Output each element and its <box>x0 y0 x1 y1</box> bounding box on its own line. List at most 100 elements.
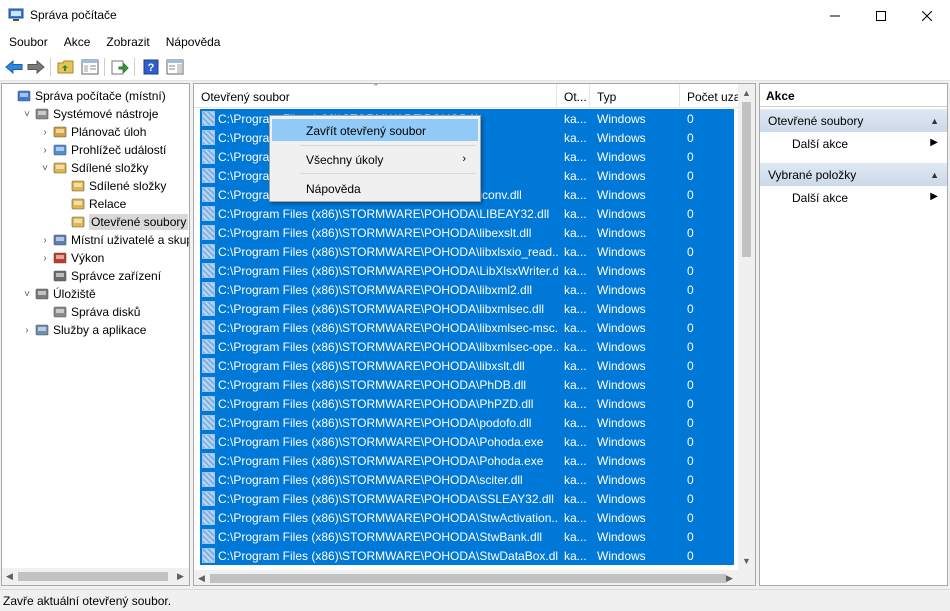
menu-akce[interactable]: Akce <box>55 31 98 53</box>
menu-soubor[interactable]: Soubor <box>0 31 55 53</box>
tree-item[interactable]: ˅ Sdílené složky <box>38 159 148 177</box>
open-files-icon <box>70 214 86 230</box>
table-row[interactable]: C:\Program Files (x86)\STORMWARE\POHODA\… <box>200 261 734 280</box>
tree-item[interactable]: Sdílené složky <box>56 177 166 195</box>
more-actions-selected-items[interactable]: Další akce ▶ <box>792 188 942 208</box>
cell-type: Windows <box>597 264 646 278</box>
column-header-locks[interactable]: Počet uza... <box>680 84 739 108</box>
help-menu-item[interactable]: Nápověda <box>272 177 478 199</box>
table-row[interactable]: C:\Program Files (x86)\STORMWARE\POHODA\… <box>200 508 734 527</box>
table-row[interactable]: C:\Program Files (x86)\STORMWARE\POHODA\… <box>200 356 734 375</box>
tree-item[interactable]: Relace <box>56 195 126 213</box>
scroll-up-icon[interactable]: ▲ <box>742 88 751 98</box>
table-row[interactable]: C:\Program Files (x86)\STORMWARE\POHODA\… <box>200 413 734 432</box>
maximize-button[interactable] <box>858 0 904 31</box>
expand-chevron-icon[interactable]: › <box>20 325 34 336</box>
scroll-left-icon[interactable]: ◀ <box>198 573 208 584</box>
table-row[interactable]: C:\Program Files (x86)\STORMWARE\POHODA\… <box>200 489 734 508</box>
close-open-file-menu-item[interactable]: Zavřít otevřený soubor <box>272 119 478 141</box>
cell-open-file: C:\Program Files (x86)\STORMWARE\POHODA\… <box>218 207 550 221</box>
show-hide-tree-button[interactable] <box>80 57 100 77</box>
tree-item-label: Úložiště <box>53 287 96 301</box>
storage-icon <box>34 286 50 302</box>
table-row[interactable]: C:\Program Files (x86)\STORMWARE\POHODA\… <box>200 337 734 356</box>
all-tasks-menu-item[interactable]: Všechny úkoly › <box>272 148 478 170</box>
open-file-icon <box>202 263 215 278</box>
table-row[interactable]: C:\Program Files (x86)\STORMWARE\POHODA\… <box>200 432 734 451</box>
help-button[interactable]: ? <box>141 57 161 77</box>
cell-open-file: C:\Program Files (x86)\STORMWARE\POHODA\… <box>218 492 554 506</box>
tree-item[interactable]: Otevřené soubory <box>56 213 189 231</box>
list-horizontal-scrollbar[interactable]: ◀ ▶ <box>194 570 755 585</box>
open-file-icon <box>202 434 215 449</box>
computer-management-icon <box>16 88 32 104</box>
tree-item[interactable]: Správce zařízení <box>38 267 161 285</box>
expand-chevron-icon[interactable]: › <box>38 127 52 138</box>
tree-item[interactable]: ˅ Úložiště <box>20 285 96 303</box>
table-row[interactable]: C:\Program Files (x86)\STORMWARE\POHODA\… <box>200 527 734 546</box>
tree-item-label: Správa disků <box>71 305 141 319</box>
tree-item[interactable]: › Místní uživatelé a skupiny <box>38 231 189 249</box>
table-row[interactable]: C:\Program Files (x86)\STORMWARE\POHODA\… <box>200 470 734 489</box>
expand-chevron-icon[interactable]: › <box>38 253 52 264</box>
open-file-icon <box>202 111 215 126</box>
collapse-chevron-icon[interactable]: ˅ <box>38 163 52 174</box>
collapse-icon[interactable]: ▲ <box>930 116 939 126</box>
table-row[interactable]: C:\Program Files (x86)\STORMWARE\POHODA\… <box>200 318 734 337</box>
table-row[interactable]: C:\Program Files (x86)\STORMWARE\POHODA\… <box>200 546 734 565</box>
cell-type: Windows <box>597 321 646 335</box>
section-header-label: Vybrané položky <box>768 168 857 182</box>
table-row[interactable]: C:\Program Files (x86)\STORMWARE\POHODA\… <box>200 394 734 413</box>
tree-item[interactable]: › Plánovač úloh <box>38 123 146 141</box>
cell-opened-by: ka... <box>564 359 587 373</box>
menu-zobrazit[interactable]: Zobrazit <box>97 31 156 53</box>
more-actions-open-files[interactable]: Další akce ▶ <box>792 134 942 154</box>
tree-item[interactable]: › Výkon <box>38 249 104 267</box>
scrollbar-thumb[interactable] <box>18 572 168 581</box>
open-file-icon <box>202 130 215 145</box>
scroll-left-icon[interactable]: ◀ <box>6 571 16 582</box>
export-list-button[interactable] <box>110 57 130 77</box>
show-hide-action-pane-button[interactable] <box>165 57 185 77</box>
cell-locks: 0 <box>687 359 694 373</box>
shared-folders-icon <box>52 160 68 176</box>
tree-item[interactable]: ˅ Systémové nástroje <box>20 105 158 123</box>
table-row[interactable]: C:\Program Files (x86)\STORMWARE\POHODA\… <box>200 204 734 223</box>
minimize-button[interactable] <box>812 0 858 31</box>
scrollbar-thumb[interactable] <box>210 574 726 583</box>
scroll-right-icon[interactable]: ▶ <box>177 571 187 582</box>
table-row[interactable]: C:\Program Files (x86)\STORMWARE\POHODA\… <box>200 299 734 318</box>
tree-item[interactable]: Správa počítače (místní) <box>2 87 166 105</box>
collapse-chevron-icon[interactable]: ˅ <box>20 109 34 120</box>
table-row[interactable]: C:\Program Files (x86)\STORMWARE\POHODA\… <box>200 242 734 261</box>
expand-chevron-icon[interactable]: › <box>38 235 52 246</box>
close-button[interactable] <box>904 0 950 31</box>
table-row[interactable]: C:\Program Files (x86)\STORMWARE\POHODA\… <box>200 375 734 394</box>
scroll-down-icon[interactable]: ▼ <box>742 556 751 566</box>
tree-item[interactable]: › Služby a aplikace <box>20 321 146 339</box>
back-button[interactable] <box>4 57 24 77</box>
open-file-icon <box>202 415 215 430</box>
navigation-tree[interactable]: Správa počítače (místní) ˅ Systémové nástr… <box>1 83 190 586</box>
forward-button[interactable] <box>26 57 46 77</box>
table-row[interactable]: C:\Program Files (x86)\STORMWARE\POHODA\… <box>200 223 734 242</box>
actions-section-selected-items[interactable]: Vybrané položky ▲ <box>760 163 947 186</box>
tree-horizontal-scrollbar[interactable]: ◀ ▶ <box>2 568 189 585</box>
column-header-type[interactable]: Typ <box>590 84 680 108</box>
menu-napoveda[interactable]: Nápověda <box>157 31 228 53</box>
collapse-icon[interactable]: ▲ <box>930 170 939 180</box>
expand-chevron-icon[interactable]: › <box>38 145 52 156</box>
tree-item[interactable]: › Prohlížeč událostí <box>38 141 166 159</box>
collapse-chevron-icon[interactable]: ˅ <box>20 289 34 300</box>
column-header-opened-by[interactable]: Ot... <box>557 84 590 108</box>
tree-item[interactable]: Správa disků <box>38 303 140 321</box>
device-manager-icon <box>52 268 68 284</box>
scroll-right-icon[interactable]: ▶ <box>726 573 736 584</box>
open-file-icon <box>202 453 215 468</box>
list-vertical-scrollbar[interactable]: ▲ ▼ <box>738 84 755 570</box>
scrollbar-thumb[interactable] <box>742 102 751 257</box>
up-button[interactable] <box>56 57 76 77</box>
table-row[interactable]: C:\Program Files (x86)\STORMWARE\POHODA\… <box>200 451 734 470</box>
actions-section-open-files[interactable]: Otevřené soubory ▲ <box>760 109 947 132</box>
table-row[interactable]: C:\Program Files (x86)\STORMWARE\POHODA\… <box>200 280 734 299</box>
